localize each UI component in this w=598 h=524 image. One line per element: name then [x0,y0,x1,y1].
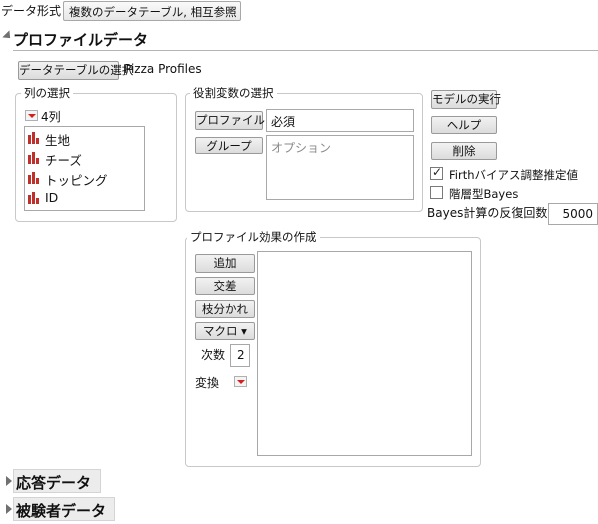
response-section-title: 応答データ [16,474,92,492]
hier-bayes-label: 階層型Bayes [449,187,519,201]
data-format-value: 複数のデータテーブル, 相互参照 [69,5,237,19]
table-name: Pizza Profiles [124,62,202,76]
profile-id-field[interactable]: 必須 [266,109,414,132]
hier-bayes-checkbox[interactable] [430,186,443,199]
data-format-label: データ形式 [1,4,62,18]
effects-legend: プロファイル効果の作成 [187,230,320,244]
degree-label: 次数 [201,348,226,362]
delete-button[interactable]: 削除 [431,142,497,160]
bayes-iter-field[interactable]: 5000 [548,203,598,225]
list-item-label: 生地 [45,133,71,148]
list-item-label: トッピング [45,173,108,188]
bayes-iter-label: Bayes計算の反復回数 [427,206,548,220]
chevron-down-icon: ⌄ [228,3,237,14]
group-placeholder: オプション [271,141,332,155]
select-table-button[interactable]: データテーブルの選択 [18,61,133,80]
nest-button[interactable]: 枝分かれ [195,300,255,318]
profile-section-title: プロファイルデータ [13,31,149,49]
degree-field[interactable]: 2 [230,344,250,367]
add-button[interactable]: 追加 [195,254,255,273]
subject-section-header[interactable]: 被験者データ [13,497,115,521]
column-select-legend: 列の選択 [21,86,73,100]
bar-chart-icon [28,132,39,144]
expand-response-icon[interactable] [6,476,12,486]
list-item[interactable]: トッピング [27,169,143,188]
role-select-legend: 役割変数の選択 [190,86,277,100]
transform-label: 変換 [195,376,220,390]
bayes-iter-value: 5000 [562,207,593,221]
macro-button[interactable]: マクロ ▾ [195,322,255,340]
list-item[interactable]: チーズ [27,149,143,168]
list-item-label: ID [45,190,59,205]
check-icon: ✓ [432,165,443,179]
bar-chart-icon [28,152,39,164]
group-field[interactable]: オプション [266,135,414,200]
list-item[interactable]: ID [27,189,143,207]
subject-section-title: 被験者データ [16,502,107,520]
expand-subject-icon[interactable] [6,504,12,514]
effects-list[interactable] [257,251,472,456]
bar-chart-icon [28,192,39,204]
cross-button[interactable]: 交差 [195,277,255,295]
data-format-select[interactable]: 複数のデータテーブル, 相互参照 ⌄ [63,1,241,21]
degree-value: 2 [237,348,245,362]
list-item[interactable]: 生地 [27,129,143,148]
column-count: 4列 [41,110,61,124]
list-item-label: チーズ [45,153,82,168]
group-button[interactable]: グループ [195,137,263,154]
column-menu-icon[interactable] [25,110,38,121]
help-button[interactable]: ヘルプ [431,116,497,134]
firth-label: Firthバイアス調整推定値 [449,168,578,182]
section-divider [13,50,598,51]
firth-checkbox[interactable]: ✓ [430,165,443,180]
bar-chart-icon [28,172,39,184]
response-section-header[interactable]: 応答データ [13,469,101,493]
profile-section-toggle[interactable] [2,30,14,42]
profile-id-button[interactable]: プロファイルID [195,111,277,130]
transform-menu-icon[interactable] [234,376,247,387]
profile-id-value: 必須 [271,115,296,129]
run-model-button[interactable]: モデルの実行 [431,90,501,109]
